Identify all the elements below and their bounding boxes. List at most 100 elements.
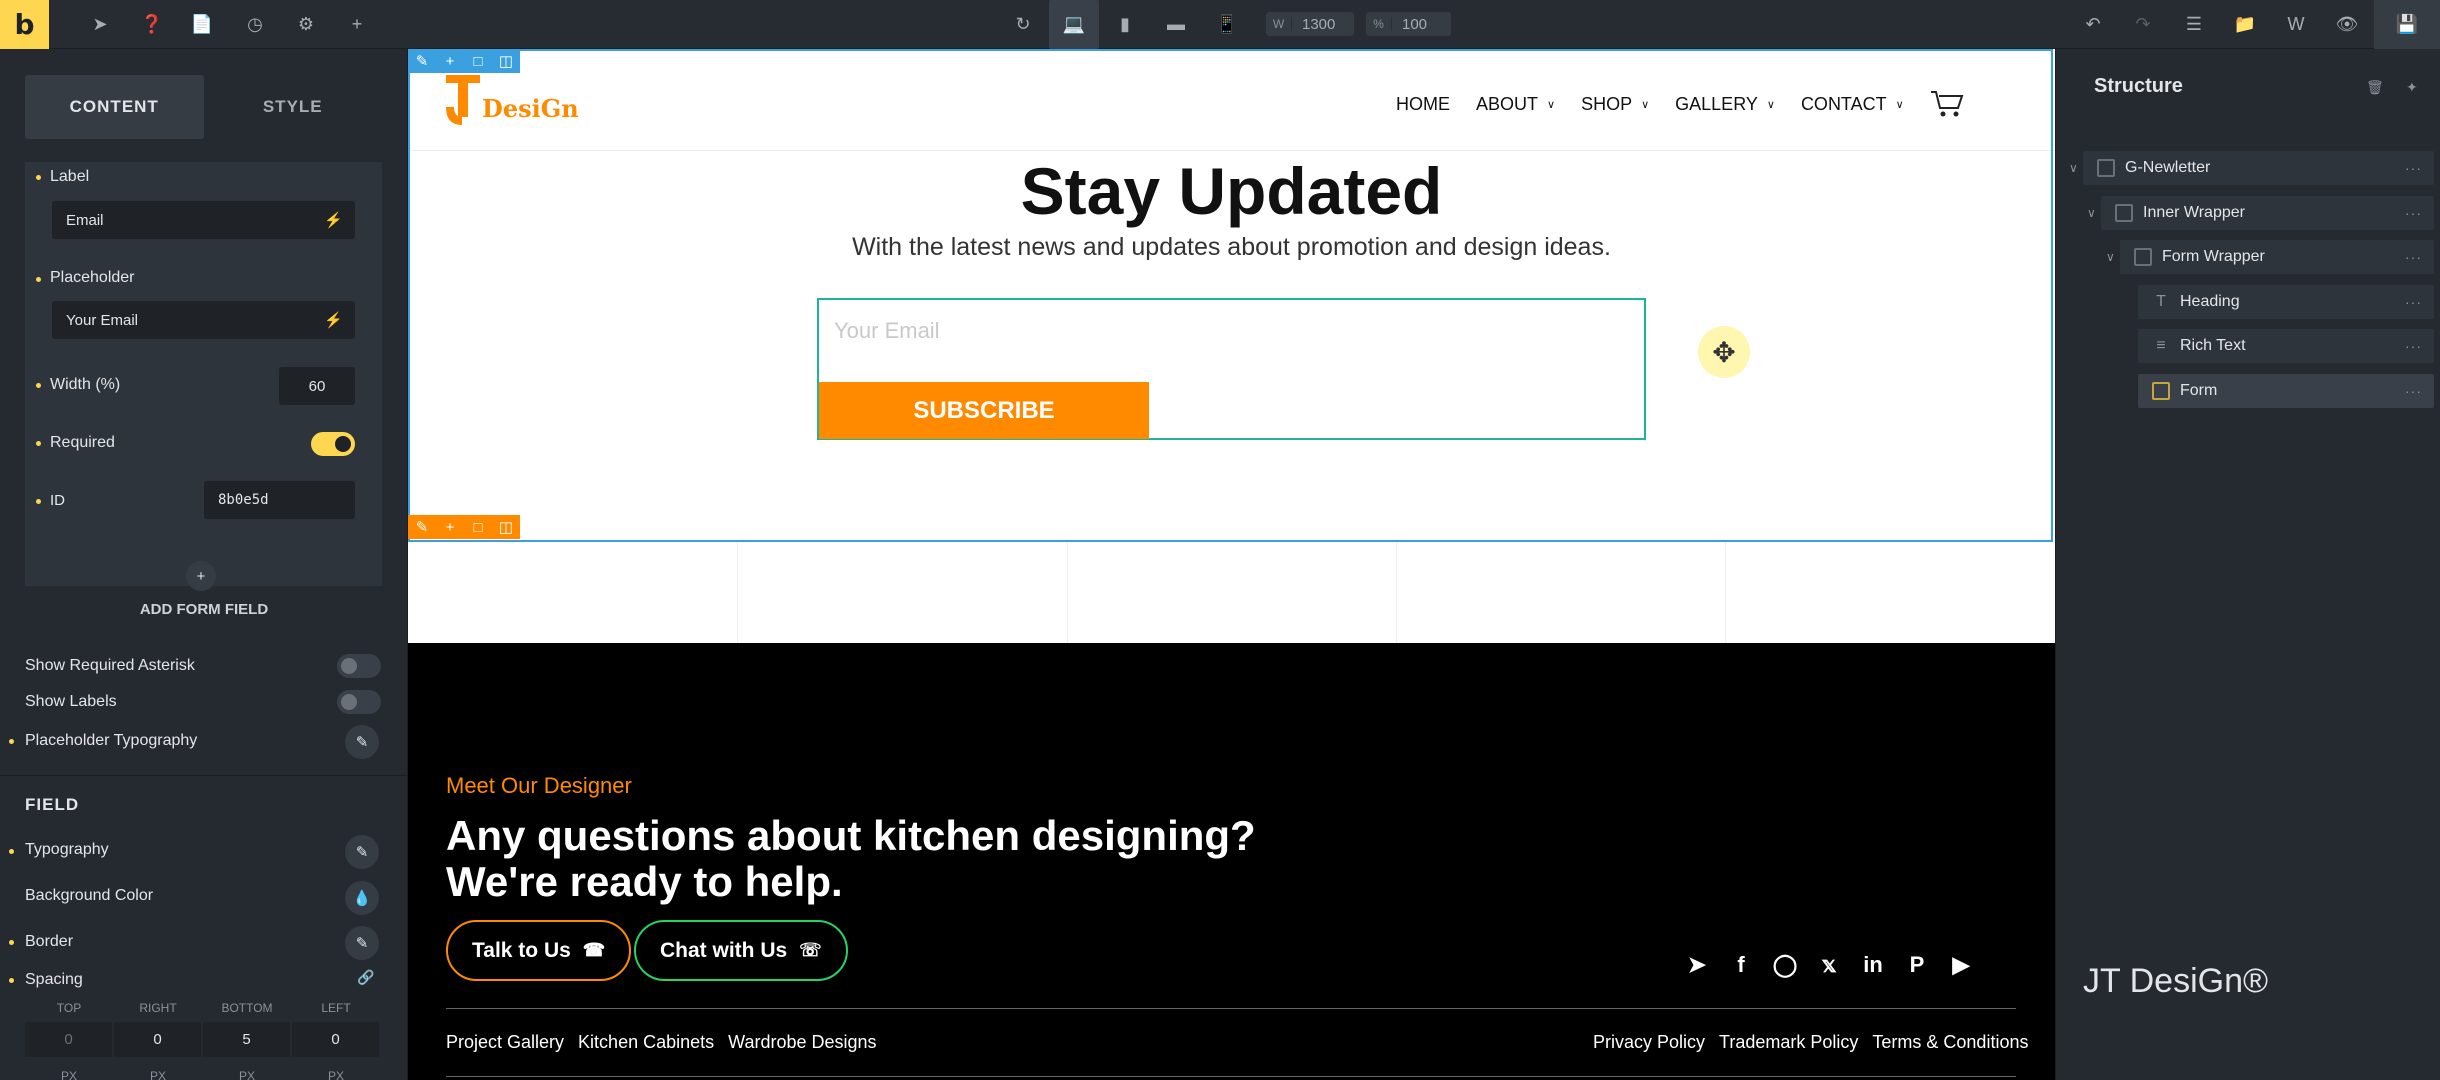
watermark: JT DesiGn® — [2083, 962, 2269, 1000]
add-form-field-button[interactable]: ADD FORM FIELD — [0, 601, 407, 618]
collapse-chevron-icon[interactable]: ∨ — [2087, 206, 2096, 220]
chevron-down-icon: ∨ — [1547, 98, 1556, 111]
tab-style[interactable]: STYLE — [204, 75, 383, 139]
tablet-portrait-icon[interactable]: ▮ — [1113, 12, 1137, 36]
tree-item-rich-text[interactable]: ≡ Rich Text ··· — [2138, 329, 2434, 363]
edit-pencil-icon[interactable]: ✎ — [408, 515, 436, 539]
columns-icon[interactable]: ◫ — [492, 49, 520, 73]
tablet-landscape-icon[interactable]: ▬ — [1164, 12, 1188, 36]
telegram-icon[interactable]: ➤ — [1680, 948, 1714, 982]
collapse-chevron-icon[interactable]: ∨ — [2069, 161, 2078, 175]
dynamic-data-icon[interactable]: ⚡ — [324, 211, 343, 229]
subscribe-button[interactable]: SUBSCRIBE — [819, 382, 1149, 439]
site-logo[interactable]: DesiGn — [446, 69, 579, 129]
edit-pencil-icon[interactable]: ✎ — [408, 49, 436, 73]
nav-contact[interactable]: CONTACT ∨ — [1801, 94, 1904, 115]
linkedin-icon[interactable]: in — [1856, 948, 1890, 982]
tree-item-form-wrapper[interactable]: Form Wrapper ··· — [2120, 240, 2434, 274]
add-icon[interactable]: + — [345, 12, 369, 36]
folder-icon[interactable]: 📁 — [2233, 12, 2257, 36]
spacing-left-input[interactable]: 0 — [292, 1022, 379, 1057]
placeholder-input[interactable]: Your Email ⚡ — [52, 301, 355, 339]
nav-home[interactable]: HOME — [1396, 94, 1450, 115]
label-input[interactable]: Email ⚡ — [52, 201, 355, 239]
newsletter-form[interactable]: Your Email SUBSCRIBE — [817, 298, 1646, 440]
refresh-icon[interactable]: ↻ — [1011, 12, 1035, 36]
nav-shop[interactable]: SHOP ∨ — [1581, 94, 1649, 115]
talk-to-us-button[interactable]: Talk to Us ☎ — [446, 920, 632, 981]
border-edit-icon[interactable]: ✎ — [345, 926, 379, 960]
trash-icon[interactable]: 🗑 — [2366, 79, 2384, 96]
required-toggle[interactable] — [311, 432, 355, 456]
youtube-icon[interactable]: ▶ — [1944, 948, 1978, 982]
footer-link-kitchen-cabinets[interactable]: Kitchen Cabinets — [578, 1032, 714, 1053]
redo-icon[interactable]: ↷ — [2131, 12, 2155, 36]
pointer-icon[interactable]: ➤ — [88, 12, 112, 36]
desktop-view-icon[interactable]: 💻 — [1049, 0, 1099, 49]
undo-icon[interactable]: ↶ — [2081, 12, 2105, 36]
more-icon[interactable]: ··· — [2405, 338, 2422, 354]
container-icon[interactable]: □ — [464, 515, 492, 539]
typography-edit-icon[interactable]: ✎ — [345, 835, 379, 869]
spacing-top-input[interactable]: 0 — [25, 1022, 112, 1057]
instagram-icon[interactable]: ◯ — [1768, 948, 1802, 982]
collapse-chevron-icon[interactable]: ∨ — [2106, 250, 2115, 264]
show-required-asterisk-toggle[interactable] — [337, 654, 381, 678]
more-icon[interactable]: ··· — [2405, 205, 2422, 221]
facebook-icon[interactable]: f — [1724, 948, 1758, 982]
container-icon[interactable]: □ — [464, 49, 492, 73]
width-input[interactable]: 60 — [279, 367, 355, 405]
help-icon[interactable]: ❓ — [140, 12, 164, 36]
nav-gallery[interactable]: GALLERY ∨ — [1675, 94, 1775, 115]
color-drop-icon[interactable]: 💧 — [345, 881, 379, 915]
pin-icon[interactable]: ✦ — [2406, 79, 2418, 96]
settings-gear-icon[interactable]: ⚙ — [294, 12, 318, 36]
nav-about[interactable]: ABOUT ∨ — [1476, 94, 1555, 115]
more-icon[interactable]: ··· — [2405, 294, 2422, 310]
footer-link-project-gallery[interactable]: Project Gallery — [446, 1032, 564, 1053]
footer-link-privacy[interactable]: Privacy Policy — [1593, 1032, 1705, 1053]
spacing-bottom-input[interactable]: 5 — [203, 1022, 290, 1057]
add-field-plus-icon[interactable]: + — [186, 561, 216, 591]
field-section-title[interactable]: FIELD — [25, 795, 79, 815]
mobile-view-icon[interactable]: 📱 — [1215, 12, 1239, 36]
move-arrows-icon[interactable]: ✥ — [1698, 326, 1750, 378]
twitter-icon[interactable]: 𝕩 — [1812, 948, 1846, 982]
history-icon[interactable]: ◷ — [243, 12, 267, 36]
footer-link-wardrobe-designs[interactable]: Wardrobe Designs — [728, 1032, 876, 1053]
more-icon[interactable]: ··· — [2405, 249, 2422, 265]
wordpress-icon[interactable]: W — [2284, 12, 2308, 36]
id-input[interactable]: 8b0e5d — [204, 481, 355, 519]
structure-layers-icon[interactable]: ☰ — [2182, 12, 2206, 36]
show-labels-toggle[interactable] — [337, 690, 381, 714]
tree-item-inner-wrapper[interactable]: Inner Wrapper ··· — [2101, 196, 2434, 230]
canvas-width-field[interactable]: W 1300 — [1266, 12, 1354, 36]
tree-item-form[interactable]: Form ··· — [2138, 374, 2434, 408]
more-icon[interactable]: ··· — [2405, 383, 2422, 399]
cart-icon[interactable] — [1930, 89, 1964, 119]
dynamic-data-icon[interactable]: ⚡ — [324, 311, 343, 329]
section-edit-toolbar-bottom: ✎ + □ ◫ — [408, 515, 520, 539]
link-icon[interactable]: 🔗 — [357, 969, 374, 986]
spacing-right-input[interactable]: 0 — [114, 1022, 201, 1057]
pages-icon[interactable]: 📄 — [190, 12, 214, 36]
builder-logo[interactable]: b — [0, 0, 49, 49]
chat-with-us-button[interactable]: Chat with Us ☏ — [634, 920, 848, 981]
newsletter-subheading[interactable]: With the latest news and updates about p… — [408, 233, 2055, 262]
tree-item-g-newletter[interactable]: G-Newletter ··· — [2083, 151, 2434, 185]
columns-icon[interactable]: ◫ — [492, 515, 520, 539]
footer-link-trademark[interactable]: Trademark Policy — [1719, 1032, 1858, 1053]
preview-eye-icon[interactable]: 👁 — [2335, 12, 2359, 36]
email-input[interactable]: Your Email — [834, 318, 940, 344]
tree-item-heading[interactable]: T Heading ··· — [2138, 285, 2434, 319]
add-element-icon[interactable]: + — [436, 515, 464, 539]
save-button[interactable]: 💾 — [2374, 0, 2440, 49]
pinterest-icon[interactable]: P — [1900, 948, 1934, 982]
footer-link-terms[interactable]: Terms & Conditions — [1872, 1032, 2028, 1053]
newsletter-heading[interactable]: Stay Updated — [408, 153, 2055, 229]
canvas-zoom-field[interactable]: % 100 — [1366, 12, 1451, 36]
edit-pencil-icon[interactable]: ✎ — [345, 725, 379, 759]
more-icon[interactable]: ··· — [2405, 160, 2422, 176]
add-element-icon[interactable]: + — [436, 49, 464, 73]
tab-content[interactable]: CONTENT — [25, 75, 204, 139]
